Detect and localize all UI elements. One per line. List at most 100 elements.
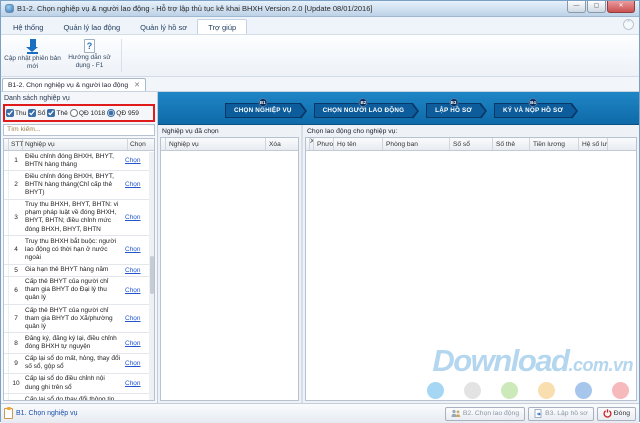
row-indicator [4,394,9,400]
wizard-step: B1 CHỌN NGHIỆP VỤ [225,103,301,118]
row-task-name: Truy thu BHXH bắt buộc: người lao động c… [23,236,123,263]
qd959-label[interactable]: QĐ 959 [116,110,139,117]
ribbon-tab[interactable]: Quản lý lao động [53,20,130,34]
labor-panel-title: Chọn lao động cho nghiệp vụ: [303,125,639,137]
chon-link[interactable]: Chọn [125,214,141,221]
clipboard-icon [4,408,13,419]
labor-column-header[interactable]: Phương án [314,138,334,150]
labor-column-header[interactable]: Họ tên [334,138,383,150]
minimize-button[interactable]: — [567,1,586,13]
chon-link[interactable]: Chọn [125,246,141,253]
ribbon-tab[interactable]: Quản lý hồ sơ [130,20,197,34]
row-task-name: Cấp thẻ BHYT của người chỉ tham gia BHYT… [23,277,123,304]
labor-column-header[interactable]: Hệ số lương [579,138,608,150]
chon-link[interactable]: Chọn [125,315,141,322]
search-input[interactable]: Tìm kiếm... [3,124,155,136]
so-label[interactable]: Sổ [37,110,45,117]
table-row: 7 Cấp thẻ BHYT của người chỉ tham gia BH… [4,305,149,333]
app-window: { "window": { "title": "B1-2. Chọn nghiệ… [0,0,640,422]
table-row: 9 Cấp lại sổ do mất, hỏng, thay đổi số s… [4,354,149,374]
sidebar-title: Danh sách nghiệp vụ [3,93,155,104]
step-badge: B2 [359,98,368,107]
update-download-icon [26,39,39,54]
row-number: 3 [9,214,23,221]
b3-lap-ho-so-button[interactable]: B3. Lập hồ sơ [528,407,594,421]
chon-link[interactable]: Chọn [125,340,141,347]
chon-link[interactable]: Chọn [125,287,141,294]
main-area: B1 CHỌN NGHIỆP VỤ B2 CHỌN NGƯỜI LAO ĐỘNG… [158,92,639,403]
table-row: 2 Điều chỉnh đóng BHXH, BHYT, BHTN hàng … [4,171,149,199]
help-button[interactable]: ? Hướng dẫn sử dụng - F1 [61,37,118,74]
step-badge: B1 [258,98,267,107]
chon-link[interactable]: Chọn [125,181,141,188]
status-bar: B1. Chọn nghiệp vụ B2. Chọn lao động B3.… [1,403,639,423]
the-checkbox[interactable] [47,109,55,117]
document-tab-close-icon[interactable]: ✕ [134,81,140,89]
labor-column-header[interactable]: Phòng ban [383,138,450,150]
filter-so[interactable]: Sổ [28,109,45,117]
labor-panel: Chọn lao động cho nghiệp vụ: Xóa Phương … [303,125,639,403]
chon-link[interactable]: Chọn [125,157,141,164]
row-number: 8 [9,340,23,347]
help-question-icon: ? [84,39,95,53]
title-bar: B1-2. Chọn nghiệp vụ & người lao động - … [1,1,639,17]
qd959-radio[interactable] [107,109,115,117]
chon-link[interactable]: Chọn [125,267,141,274]
status-buttons: B2. Chọn lao động B3. Lập hồ sơ Đóng [445,407,636,421]
close-button[interactable]: ✕ [607,1,635,13]
row-task-name: Đăng ký, đăng ký lại, điều chỉnh đóng BH… [23,333,123,352]
the-label[interactable]: Thẻ [56,110,67,117]
row-task-name: Cấp lại sổ do thay đổi thông tin cá nhân [23,394,123,400]
labor-column-header[interactable]: Số sổ [450,138,493,150]
row-task-name: Điều chỉnh đóng BHXH, BHYT, BHTN hàng th… [23,151,123,170]
grid-panels: Nghiệp vụ đã chọn Nghiệp vụ Xóa Chọn lao… [158,125,639,403]
help-label: Hướng dẫn sử dụng - F1 [61,54,118,70]
header-task[interactable]: Nghiệp vụ [166,138,266,150]
table-row: 6 Cấp thẻ BHYT của người chỉ tham gia BH… [4,277,149,305]
wizard-step: B4 KÝ VÀ NỘP HỒ SƠ [494,103,572,118]
row-task-name: Cấp lại sổ do điều chỉnh nội dung ghi tr… [23,374,123,393]
maximize-button[interactable]: ▢ [587,1,606,13]
qd1018-radio[interactable] [70,109,78,117]
thu-checkbox[interactable] [6,109,14,117]
thu-label[interactable]: Thu [15,110,26,117]
row-task-name: Điều chỉnh đóng BHXH, BHYT, BHTN hàng th… [23,171,123,198]
qd1018-label[interactable]: QĐ 1018 [79,110,105,117]
selected-tasks-panel: Nghiệp vụ đã chọn Nghiệp vụ Xóa [158,125,303,403]
b2-chon-lao-dong-button[interactable]: B2. Chọn lao động [445,407,525,421]
ribbon-tab[interactable]: Trợ giúp [197,19,247,34]
task-table-body: 1 Điều chỉnh đóng BHXH, BHYT, BHTN hàng … [4,151,154,400]
step-badge: B4 [528,98,537,107]
header-task[interactable]: Nghiệp vụ [23,139,128,150]
header-action[interactable]: Chọn [128,139,154,150]
document-tab[interactable]: B1-2. Chọn nghiệp vụ & người lao động ✕ [2,78,146,91]
dong-close-button[interactable]: Đóng [597,407,636,421]
chon-link[interactable]: Chọn [125,380,141,387]
filter-thu[interactable]: Thu [6,109,26,117]
scrollbar-thumb[interactable] [150,256,154,294]
content-area: Danh sách nghiệp vụ Thu Sổ Thẻ QĐ 1018 Q… [1,92,639,403]
ribbon-tab-strip: Hệ thống Quản lý lao động Quản lý hồ sơ … [1,17,639,35]
so-checkbox[interactable] [28,109,36,117]
labor-grid: Xóa Phương án Họ tên Phòng ban Số sổ Số … [305,137,637,401]
chon-link[interactable]: Chọn [125,360,141,367]
update-version-button[interactable]: Cập nhật phiên bản mới [4,37,61,74]
ribbon-tab[interactable]: Hệ thống [3,20,53,34]
row-task-name: Cấp lại sổ do mất, hỏng, thay đổi số sổ,… [23,354,123,373]
ribbon-collapse-icon[interactable]: ˆ [623,19,634,30]
window-controls: — ▢ ✕ [566,1,635,13]
labor-column-header[interactable]: Tiền lương [530,138,579,150]
row-number: 10 [9,380,23,387]
filter-the[interactable]: Thẻ [47,109,67,117]
filter-qd1018[interactable]: QĐ 1018 [70,109,105,117]
header-delete[interactable]: Xóa [266,138,298,150]
labor-column-header[interactable]: Số thẻ [493,138,530,150]
filter-row-highlighted: Thu Sổ Thẻ QĐ 1018 QĐ 959 [3,104,155,122]
selected-tasks-grid: Nghiệp vụ Xóa [160,137,299,401]
row-task-name: Truy thu BHXH, BHYT, BHTN: vi phạm pháp … [23,200,123,236]
status-step-label: B1. Chọn nghiệp vụ [16,410,78,417]
header-stt[interactable]: STT [9,139,23,150]
sidebar-scrollbar[interactable] [149,152,154,400]
filter-qd959[interactable]: QĐ 959 [107,109,139,117]
sidebar-task-list: Danh sách nghiệp vụ Thu Sổ Thẻ QĐ 1018 Q… [1,92,158,403]
